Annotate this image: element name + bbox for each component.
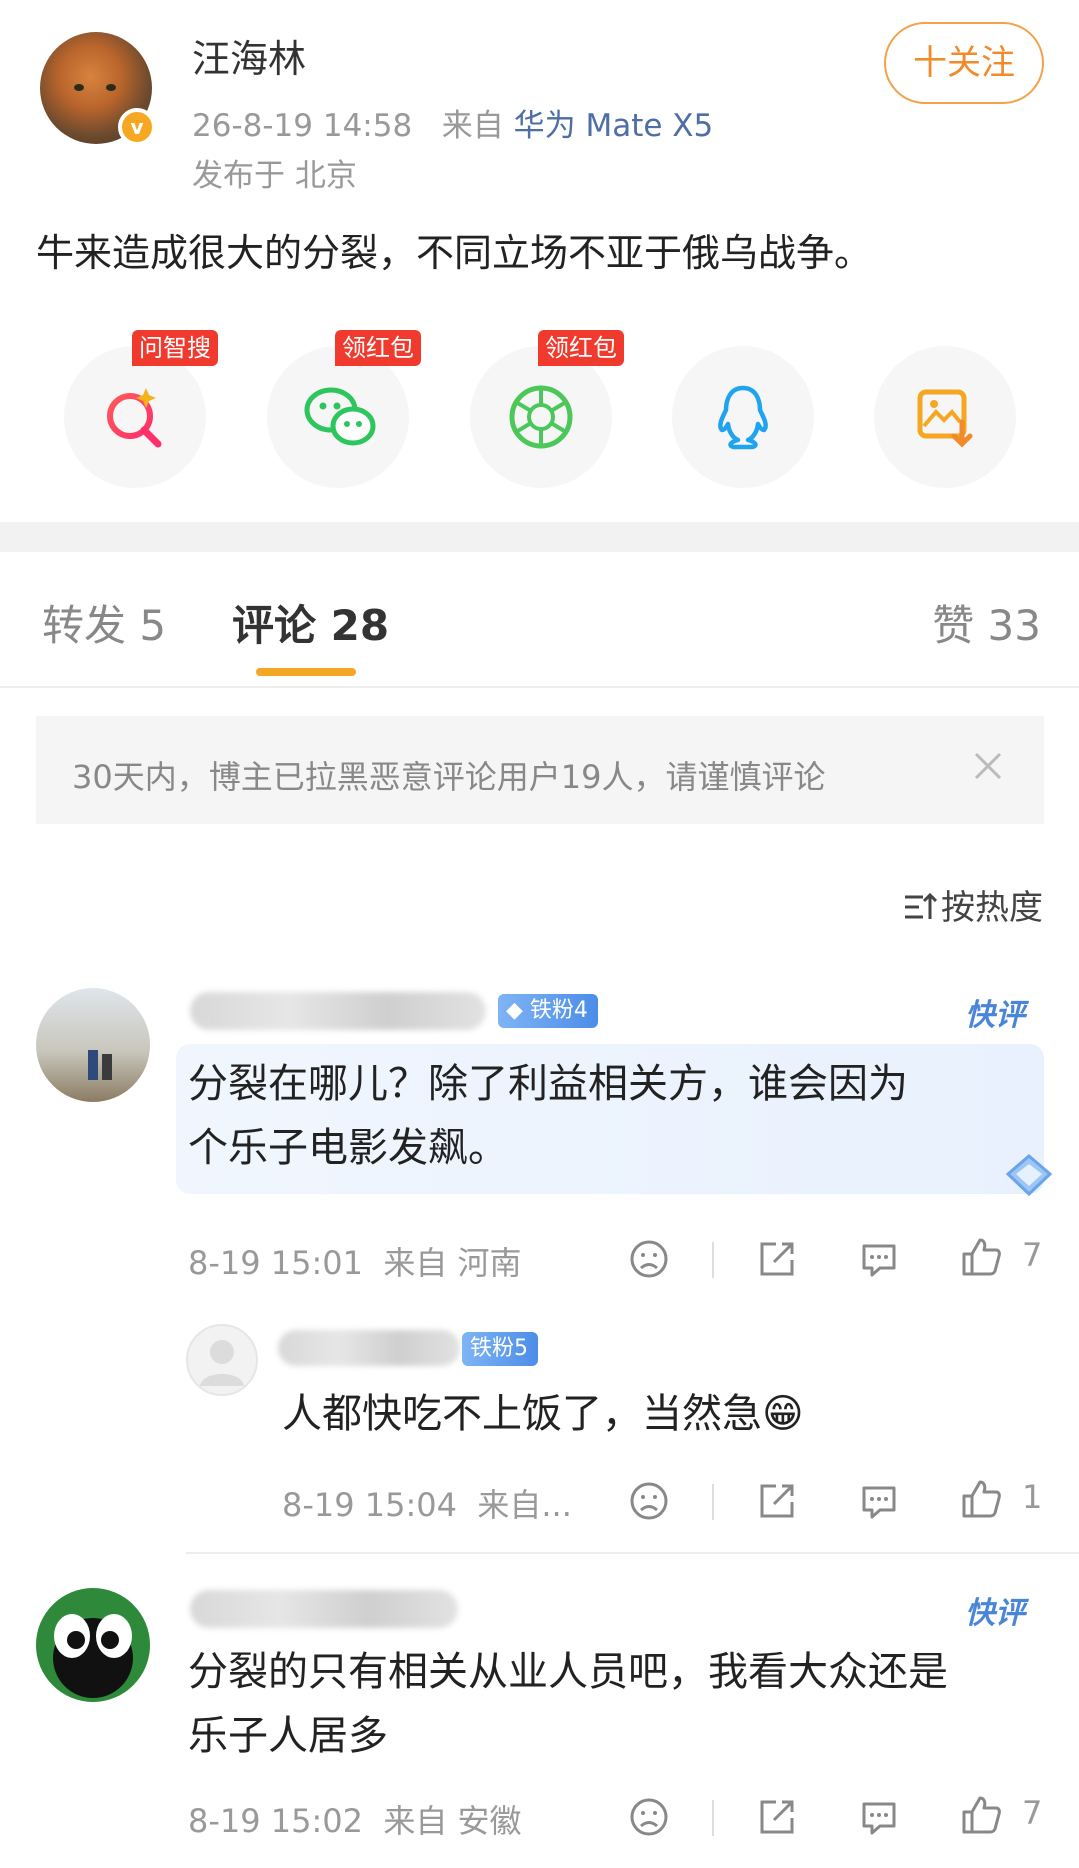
reply-icon[interactable] bbox=[858, 1238, 900, 1280]
reply-name-blurred[interactable] bbox=[278, 1330, 460, 1366]
share-save-image[interactable] bbox=[874, 346, 1016, 488]
like-icon[interactable] bbox=[960, 1478, 1002, 1520]
comment-text: 分裂在哪儿？除了利益相关方，谁会因为 个乐子电影发飙。 bbox=[188, 1052, 908, 1180]
avatar-detail bbox=[74, 84, 84, 91]
share-tag: 领红包 bbox=[538, 330, 624, 366]
reply-icon[interactable] bbox=[858, 1480, 900, 1522]
comment-location: 来自 安徽 bbox=[383, 1802, 522, 1840]
share-icon[interactable] bbox=[756, 1480, 798, 1522]
author-name[interactable]: 汪海林 bbox=[192, 28, 306, 83]
action-separator bbox=[712, 1484, 714, 1520]
like-count: 7 bbox=[1022, 1236, 1043, 1274]
comment-divider bbox=[186, 1552, 1079, 1554]
commenter-name-blurred[interactable] bbox=[190, 992, 486, 1030]
comment-time: 8-19 15:02 bbox=[188, 1802, 364, 1840]
quick-comment-badge: 快评 bbox=[965, 998, 1025, 1033]
share-moments[interactable]: 领红包 bbox=[470, 330, 624, 488]
fan-badge: ◆ 铁粉4 bbox=[498, 994, 598, 1028]
notice-text: 30天内，博主已拉黑恶意评论用户19人，请谨慎评论 bbox=[72, 758, 826, 796]
dislike-face-icon[interactable] bbox=[628, 1796, 670, 1838]
post-time: 26-8-19 14:58 bbox=[192, 108, 413, 144]
diamond-icon bbox=[1005, 1154, 1053, 1197]
avatar-detail bbox=[102, 1054, 112, 1080]
comment-text-line: 乐子人居多 bbox=[188, 1713, 388, 1759]
verified-badge-icon: v bbox=[118, 108, 156, 146]
tab-comments[interactable]: 评论 28 bbox=[232, 592, 389, 653]
section-separator bbox=[0, 522, 1079, 552]
commenter-avatar[interactable] bbox=[36, 1588, 150, 1702]
tab-repost[interactable]: 转发 5 bbox=[42, 592, 166, 653]
like-count: 7 bbox=[1022, 1794, 1043, 1832]
share-tag: 领红包 bbox=[335, 330, 421, 366]
reply-meta: 8-19 15:04 来自... bbox=[282, 1480, 572, 1526]
comment-meta: 8-19 15:02 来自 安徽 bbox=[188, 1796, 522, 1842]
save-image-icon bbox=[917, 389, 973, 448]
avatar-detail bbox=[106, 84, 116, 91]
active-tab-indicator bbox=[256, 668, 356, 676]
moments-icon bbox=[509, 385, 573, 449]
comment-meta: 8-19 15:01 来自 河南 bbox=[188, 1238, 522, 1284]
avatar-detail bbox=[88, 1050, 98, 1080]
post-location: 发布于 北京 bbox=[192, 158, 357, 194]
commenter-avatar[interactable] bbox=[36, 988, 150, 1102]
follow-button[interactable]: 十关注 bbox=[884, 22, 1044, 104]
wechat-icon bbox=[304, 387, 376, 446]
reply-avatar[interactable] bbox=[186, 1324, 258, 1396]
like-icon[interactable] bbox=[960, 1794, 1002, 1836]
search-ai-icon bbox=[107, 388, 162, 448]
reply-icon[interactable] bbox=[858, 1796, 900, 1838]
avatar-illustration bbox=[53, 1614, 133, 1698]
fan-badge: 铁粉5 bbox=[462, 1332, 538, 1366]
dislike-face-icon[interactable] bbox=[628, 1238, 670, 1280]
action-separator bbox=[712, 1800, 714, 1836]
fan-badge-label: 铁粉4 bbox=[529, 998, 588, 1023]
device-link[interactable]: 华为 Mate X5 bbox=[514, 108, 714, 144]
post-meta: 26-8-19 14:58 来自 华为 Mate X5 bbox=[192, 100, 713, 145]
comment-text: 分裂的只有相关从业人员吧，我看大众还是 乐子人居多 bbox=[188, 1640, 948, 1768]
like-icon[interactable] bbox=[960, 1236, 1002, 1278]
default-user-icon bbox=[200, 1340, 244, 1386]
like-count: 1 bbox=[1022, 1478, 1043, 1516]
comment-location: 来自 河南 bbox=[383, 1244, 522, 1282]
reply-text: 人都快吃不上饭了，当然急😁 bbox=[282, 1391, 804, 1437]
share-search-ai[interactable]: 问智搜 bbox=[64, 330, 218, 488]
share-icon[interactable] bbox=[756, 1238, 798, 1280]
reply-time: 8-19 15:04 bbox=[282, 1486, 458, 1524]
dislike-face-icon[interactable] bbox=[628, 1480, 670, 1522]
source-prefix: 来自 bbox=[441, 108, 504, 144]
share-icon[interactable] bbox=[756, 1796, 798, 1838]
sort-control[interactable]: 按热度 bbox=[903, 880, 1043, 929]
sort-label: 按热度 bbox=[941, 888, 1043, 928]
close-icon[interactable] bbox=[968, 746, 1008, 786]
tab-likes[interactable]: 赞 33 bbox=[932, 592, 1041, 653]
tab-divider bbox=[0, 686, 1079, 688]
sort-icon bbox=[905, 892, 938, 919]
share-wechat[interactable]: 领红包 bbox=[267, 330, 421, 488]
comment-time: 8-19 15:01 bbox=[188, 1244, 364, 1282]
quick-comment-badge: 快评 bbox=[965, 1596, 1025, 1631]
comment-text-line: 分裂在哪儿？除了利益相关方，谁会因为 bbox=[188, 1061, 908, 1107]
comment-text-line: 分裂的只有相关从业人员吧，我看大众还是 bbox=[188, 1649, 948, 1695]
share-tag: 问智搜 bbox=[132, 330, 218, 366]
commenter-name-blurred[interactable] bbox=[190, 1590, 458, 1628]
comment-text-line: 个乐子电影发飙。 bbox=[188, 1125, 508, 1171]
post-body: 牛来造成很大的分裂，不同立场不亚于俄乌战争。 bbox=[36, 231, 873, 275]
share-qq[interactable] bbox=[672, 346, 814, 488]
reply-location: 来自... bbox=[477, 1486, 572, 1524]
qq-icon bbox=[718, 385, 768, 450]
comment-notice-banner: 30天内，博主已拉黑恶意评论用户19人，请谨慎评论 bbox=[36, 716, 1044, 824]
action-separator bbox=[712, 1242, 714, 1278]
